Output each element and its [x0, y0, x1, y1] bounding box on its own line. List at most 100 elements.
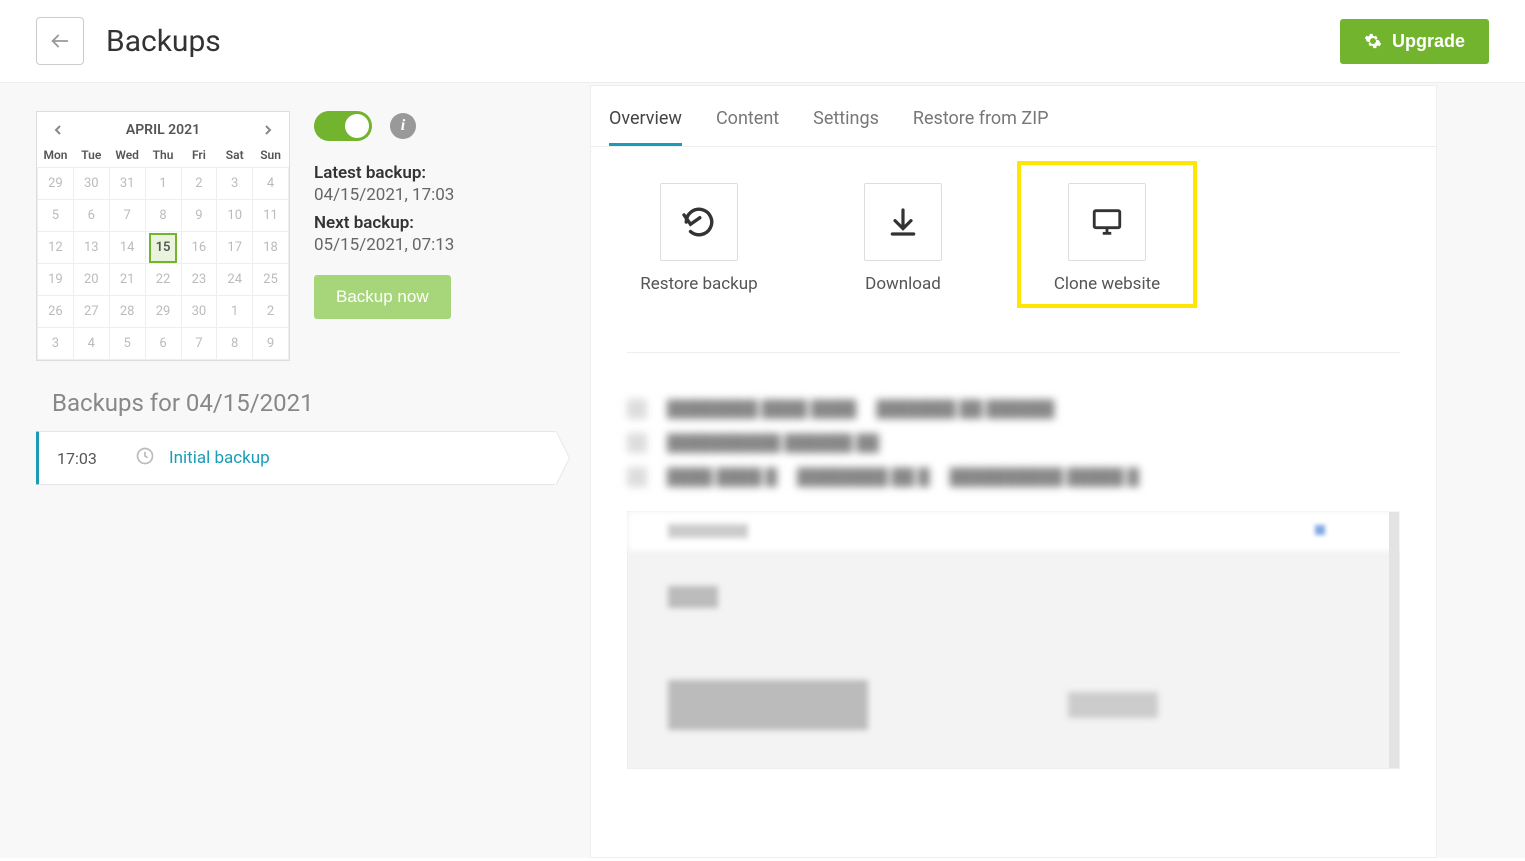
calendar-day[interactable]: 15	[145, 232, 181, 264]
calendar-day[interactable]: 7	[181, 328, 217, 360]
calendar-day[interactable]: 23	[181, 264, 217, 296]
calendar-day[interactable]: 25	[253, 264, 289, 296]
calendar-day[interactable]: 7	[109, 200, 145, 232]
calendar-day[interactable]: 8	[145, 200, 181, 232]
topbar: Backups Upgrade	[0, 0, 1525, 83]
latest-backup-value: 04/15/2021, 17:03	[314, 185, 556, 205]
restore-icon	[682, 205, 716, 239]
page-title: Backups	[106, 24, 221, 59]
calendar-weekday: Sun	[253, 143, 289, 168]
calendar-row: APRIL 2021 MonTueWedThuFriSatSun 2930311…	[36, 111, 556, 361]
calendar-day[interactable]: 12	[38, 232, 74, 264]
download-icon	[887, 206, 919, 238]
calendar-day[interactable]: 9	[253, 328, 289, 360]
tab-overview[interactable]: Overview	[609, 108, 682, 146]
calendar-day[interactable]: 1	[145, 168, 181, 200]
calendar-day[interactable]: 30	[73, 168, 109, 200]
calendar-weekday: Wed	[109, 143, 145, 168]
calendar-day[interactable]: 30	[181, 296, 217, 328]
next-backup-label: Next backup:	[314, 213, 556, 233]
calendar-weekday: Tue	[73, 143, 109, 168]
main: APRIL 2021 MonTueWedThuFriSatSun 2930311…	[0, 83, 1525, 858]
clone-website-action[interactable]: Clone website	[1047, 183, 1167, 296]
left-panel: APRIL 2021 MonTueWedThuFriSatSun 2930311…	[0, 83, 590, 858]
calendar-day[interactable]: 8	[217, 328, 253, 360]
clone-website-label: Clone website	[1054, 273, 1160, 296]
tab-content[interactable]: Content	[716, 108, 779, 146]
calendar-day[interactable]: 18	[253, 232, 289, 264]
calendar: APRIL 2021 MonTueWedThuFriSatSun 2930311…	[36, 111, 290, 361]
chevron-right-icon	[263, 125, 273, 135]
calendar-day[interactable]: 10	[217, 200, 253, 232]
backup-meta-column: i Latest backup: 04/15/2021, 17:03 Next …	[314, 111, 556, 319]
restore-backup-action[interactable]: Restore backup	[639, 183, 759, 296]
backup-time: 17:03	[57, 449, 135, 468]
back-button[interactable]	[36, 17, 84, 65]
backups-for-heading: Backups for 04/15/2021	[52, 389, 556, 417]
tab-restore-zip[interactable]: Restore from ZIP	[913, 108, 1049, 146]
calendar-day[interactable]: 2	[181, 168, 217, 200]
calendar-day[interactable]: 3	[38, 328, 74, 360]
calendar-day[interactable]: 13	[73, 232, 109, 264]
backup-label: Initial backup	[169, 448, 270, 468]
tabs: Overview Content Settings Restore from Z…	[591, 86, 1436, 147]
calendar-day[interactable]: 31	[109, 168, 145, 200]
next-backup-value: 05/15/2021, 07:13	[314, 235, 556, 255]
calendar-day[interactable]: 4	[253, 168, 289, 200]
calendar-day[interactable]: 6	[145, 328, 181, 360]
backup-list-item[interactable]: 17:03 Initial backup	[36, 431, 556, 485]
calendar-day[interactable]: 17	[217, 232, 253, 264]
calendar-weekday: Thu	[145, 143, 181, 168]
latest-backup-label: Latest backup:	[314, 163, 556, 183]
upgrade-label: Upgrade	[1392, 31, 1465, 52]
calendar-day[interactable]: 6	[73, 200, 109, 232]
backup-now-button[interactable]: Backup now	[314, 275, 451, 319]
calendar-day[interactable]: 20	[73, 264, 109, 296]
toggle-row: i	[314, 111, 556, 141]
calendar-day[interactable]: 19	[38, 264, 74, 296]
calendar-day[interactable]: 11	[253, 200, 289, 232]
calendar-day[interactable]: 27	[73, 296, 109, 328]
chevron-left-icon	[53, 125, 63, 135]
calendar-day[interactable]: 29	[38, 168, 74, 200]
calendar-day[interactable]: 9	[181, 200, 217, 232]
calendar-header: APRIL 2021	[37, 112, 289, 143]
download-label: Download	[865, 273, 941, 296]
calendar-prev[interactable]	[47, 118, 69, 141]
calendar-weekday: Fri	[181, 143, 217, 168]
restore-backup-label: Restore backup	[640, 273, 757, 296]
calendar-grid: MonTueWedThuFriSatSun 293031123456789101…	[37, 143, 289, 360]
divider	[627, 352, 1400, 353]
calendar-next[interactable]	[257, 118, 279, 141]
monitor-icon	[1090, 205, 1124, 239]
actions-row: Restore backup Download Clone website	[591, 147, 1436, 332]
calendar-day[interactable]: 24	[217, 264, 253, 296]
calendar-month: APRIL 2021	[126, 122, 200, 138]
right-panel: Overview Content Settings Restore from Z…	[590, 85, 1437, 858]
clock-icon	[135, 446, 155, 470]
arrow-left-icon	[49, 30, 71, 52]
gear-icon	[1364, 32, 1382, 50]
calendar-weekday: Sat	[217, 143, 253, 168]
calendar-day[interactable]: 14	[109, 232, 145, 264]
calendar-day[interactable]: 2	[253, 296, 289, 328]
tab-settings[interactable]: Settings	[813, 108, 879, 146]
scrollbar[interactable]	[1389, 512, 1399, 768]
calendar-day[interactable]: 3	[217, 168, 253, 200]
calendar-day[interactable]: 21	[109, 264, 145, 296]
calendar-day[interactable]: 22	[145, 264, 181, 296]
calendar-day[interactable]: 5	[109, 328, 145, 360]
calendar-day[interactable]: 4	[73, 328, 109, 360]
calendar-weekday: Mon	[38, 143, 74, 168]
calendar-day[interactable]: 1	[217, 296, 253, 328]
info-icon[interactable]: i	[390, 113, 416, 139]
auto-backup-toggle[interactable]	[314, 111, 372, 141]
calendar-day[interactable]: 28	[109, 296, 145, 328]
upgrade-button[interactable]: Upgrade	[1340, 19, 1489, 64]
calendar-day[interactable]: 29	[145, 296, 181, 328]
download-action[interactable]: Download	[843, 183, 963, 296]
calendar-day[interactable]: 5	[38, 200, 74, 232]
calendar-day[interactable]: 16	[181, 232, 217, 264]
calendar-day[interactable]: 26	[38, 296, 74, 328]
blurred-details: ████████ ████ ███████████ ██ ██████ ████…	[591, 373, 1436, 487]
